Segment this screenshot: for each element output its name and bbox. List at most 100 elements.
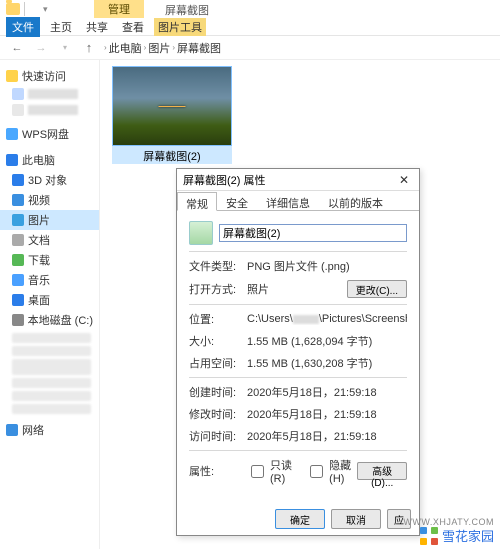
sidebar-pinned-blur[interactable] xyxy=(0,102,99,118)
crumb-pc[interactable]: 此电脑 xyxy=(109,40,142,56)
download-icon xyxy=(12,254,24,266)
watermark-logo-icon xyxy=(420,527,438,545)
qat-dropdown-icon[interactable]: ▾ xyxy=(43,4,48,15)
sidebar-quick-access[interactable]: 快速访问 xyxy=(0,66,99,86)
nav-recent-icon[interactable]: ▾ xyxy=(56,39,74,57)
label: WPS网盘 xyxy=(22,126,69,142)
redacted-block xyxy=(12,391,91,401)
label-location: 位置: xyxy=(189,311,241,327)
label: 下载 xyxy=(28,252,50,268)
label: 网络 xyxy=(22,422,44,438)
hidden-cb[interactable] xyxy=(310,465,323,478)
label: 文档 xyxy=(28,232,50,248)
value-diskspace: 1.55 MB (1,630,208 字节) xyxy=(247,355,407,371)
doc-icon xyxy=(12,234,24,246)
pc-icon xyxy=(6,154,18,166)
folder-icon xyxy=(6,3,20,15)
watermark: 雪花家园 xyxy=(420,526,494,545)
ok-button[interactable]: 确定 xyxy=(275,509,325,529)
sidebar-pictures[interactable]: 图片 xyxy=(0,210,99,230)
blur-icon xyxy=(12,88,24,100)
redacted-block xyxy=(12,404,91,414)
change-button[interactable]: 更改(C)... xyxy=(347,280,407,298)
disk-icon xyxy=(12,314,24,326)
menu-file[interactable]: 文件 xyxy=(6,17,40,37)
menu-share[interactable]: 共享 xyxy=(82,18,112,36)
label-filetype: 文件类型: xyxy=(189,258,241,274)
advanced-button[interactable]: 高级(D)... xyxy=(357,462,407,480)
cube-icon xyxy=(12,174,24,186)
label: 隐藏(H) xyxy=(329,457,351,485)
redacted-block xyxy=(12,346,91,356)
redacted-block xyxy=(12,378,91,388)
tab-security[interactable]: 安全 xyxy=(217,191,257,210)
tab-previous[interactable]: 以前的版本 xyxy=(319,191,392,210)
cancel-button[interactable]: 取消 xyxy=(331,509,381,529)
sidebar-documents[interactable]: 文档 xyxy=(0,230,99,250)
redacted-user xyxy=(293,315,319,324)
label-accessed: 访问时间: xyxy=(189,428,241,444)
label: 3D 对象 xyxy=(28,172,67,188)
label-diskspace: 占用空间: xyxy=(189,355,241,371)
label: 桌面 xyxy=(28,292,50,308)
sidebar-network[interactable]: 网络 xyxy=(0,420,99,440)
value-created: 2020年5月18日，21:59:18 xyxy=(247,384,407,400)
nav-forward-icon: → xyxy=(32,39,50,57)
menu-pictools[interactable]: 图片工具 xyxy=(154,18,206,36)
tab-general[interactable]: 常规 xyxy=(177,192,217,211)
label: 视频 xyxy=(28,192,50,208)
sidebar-wps[interactable]: WPS网盘 xyxy=(0,124,99,144)
network-icon xyxy=(6,424,18,436)
sidebar-this-pc[interactable]: 此电脑 xyxy=(0,150,99,170)
cloud-icon xyxy=(6,128,18,140)
tab-details[interactable]: 详细信息 xyxy=(257,191,319,210)
hidden-checkbox[interactable]: 隐藏(H) xyxy=(306,457,351,485)
redacted-text xyxy=(28,89,78,99)
qat-placeholder xyxy=(29,4,39,14)
music-icon xyxy=(12,274,24,286)
menu-home[interactable]: 主页 xyxy=(46,18,76,36)
blur-icon xyxy=(12,104,24,116)
sidebar-disk-c[interactable]: 本地磁盘 (C:) xyxy=(0,310,99,330)
ribbon-context-tab[interactable]: 管理 xyxy=(94,0,144,18)
filename-input[interactable] xyxy=(219,224,407,242)
video-icon xyxy=(12,194,24,206)
breadcrumb[interactable]: › 此电脑 › 图片 › 屏幕截图 xyxy=(104,40,221,56)
desktop-icon xyxy=(12,294,24,306)
properties-dialog: 屏幕截图(2) 属性 ✕ 常规 安全 详细信息 以前的版本 文件类型:PNG 图… xyxy=(176,168,420,536)
label: 音乐 xyxy=(28,272,50,288)
label-openwith: 打开方式: xyxy=(189,281,241,297)
label: 图片 xyxy=(28,212,50,228)
close-icon[interactable]: ✕ xyxy=(395,173,413,187)
file-thumbnail[interactable]: ——— 屏幕截图(2) xyxy=(112,66,232,164)
redacted-text xyxy=(28,105,78,115)
nav-up-icon[interactable]: ↑ xyxy=(80,39,98,57)
label: 只读(R) xyxy=(270,457,292,485)
label: 此电脑 xyxy=(22,152,55,168)
redacted-block xyxy=(12,333,91,343)
sidebar-downloads[interactable]: 下载 xyxy=(0,250,99,270)
value-size: 1.55 MB (1,628,094 字节) xyxy=(247,333,407,349)
sidebar-video[interactable]: 视频 xyxy=(0,190,99,210)
window-title: 屏幕截图 xyxy=(165,2,209,18)
nav-back-icon[interactable]: ← xyxy=(8,39,26,57)
sidebar-3d[interactable]: 3D 对象 xyxy=(0,170,99,190)
value-filetype: PNG 图片文件 (.png) xyxy=(247,258,407,274)
label-size: 大小: xyxy=(189,333,241,349)
label-modified: 修改时间: xyxy=(189,406,241,422)
sidebar-music[interactable]: 音乐 xyxy=(0,270,99,290)
sidebar: 快速访问 WPS网盘 此电脑 3D 对象 视频 图片 文档 下载 音乐 桌面 本… xyxy=(0,60,100,549)
watermark-text: 雪花家园 xyxy=(442,526,494,545)
sidebar-desktop[interactable]: 桌面 xyxy=(0,290,99,310)
crumb-screenshots[interactable]: 屏幕截图 xyxy=(177,40,221,56)
label-attributes: 属性: xyxy=(189,463,241,479)
value-modified: 2020年5月18日，21:59:18 xyxy=(247,406,407,422)
crumb-pictures[interactable]: 图片 xyxy=(148,40,170,56)
readonly-checkbox[interactable]: 只读(R) xyxy=(247,457,292,485)
separator xyxy=(24,2,25,16)
picture-icon xyxy=(12,214,24,226)
sidebar-pinned-blur[interactable] xyxy=(0,86,99,102)
readonly-cb[interactable] xyxy=(251,465,264,478)
label: 本地磁盘 (C:) xyxy=(28,312,93,328)
menu-view[interactable]: 查看 xyxy=(118,18,148,36)
